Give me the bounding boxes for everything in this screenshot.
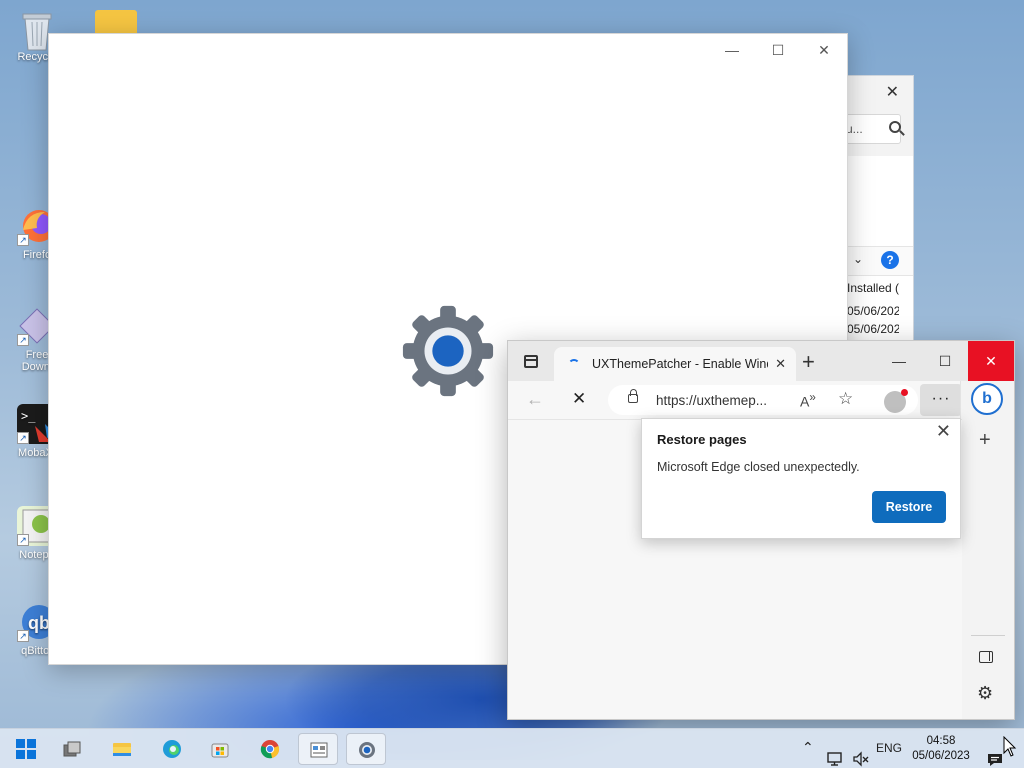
hide-sidebar-icon[interactable] [979,651,993,663]
taskbar-edge[interactable] [152,733,192,765]
more-options-icon[interactable]: ··· [920,384,962,416]
volume-muted-icon[interactable] [852,739,870,768]
shortcut-arrow-icon: ↗ [17,630,29,642]
minimize-button[interactable]: — [876,341,922,381]
language-indicator[interactable]: ENG [876,741,902,768]
browser-tab[interactable]: UXThemePatcher - Enable Windo ✕ [554,347,796,381]
read-aloud-icon[interactable]: A» [800,391,816,410]
window-controls: — ☐ ✕ [709,34,847,66]
store-icon [211,743,229,758]
edge-toolbar: ← ✕ https://uxthemep... A» ☆ ··· [508,381,962,419]
tab-actions-icon[interactable] [524,355,538,368]
popup-title: Restore pages [657,432,747,447]
edge-sidebar: b + ⚙ [960,381,1014,719]
loading-spinner-icon [568,359,580,371]
taskbar-control-panel[interactable] [298,733,338,765]
divider [971,635,1005,636]
new-tab-button[interactable]: + [802,349,815,375]
shortcut-arrow-icon: ↗ [17,534,29,546]
file-explorer-icon [113,743,131,756]
table-row[interactable]: 05/06/202 [847,304,899,318]
maximize-button[interactable]: ☐ [922,341,968,381]
tab-close-icon[interactable]: ✕ [775,356,786,372]
shortcut-arrow-icon: ↗ [17,432,29,444]
control-panel-icon [310,742,328,758]
bing-copilot-icon[interactable]: b [971,383,1003,415]
add-sidebar-app-icon[interactable]: + [979,429,991,452]
profile-avatar[interactable] [884,389,908,413]
system-clock[interactable]: 04:58 05/06/2023 [906,734,976,764]
minimize-button[interactable]: — [709,34,755,66]
settings-gear-icon [359,742,375,758]
close-icon[interactable]: ✕ [886,82,899,102]
url-text[interactable]: https://uxthemep... [656,393,767,408]
chevron-down-icon[interactable]: ⌄ [853,252,863,266]
edge-titlebar[interactable]: UXThemePatcher - Enable Windo ✕ + — ☐ ✕ [508,341,1014,381]
restore-pages-popup: Restore pages ✕ Microsoft Edge closed un… [641,418,961,539]
svg-text:>_: >_ [21,409,36,423]
task-view-icon [63,741,81,757]
lock-icon[interactable] [628,389,638,403]
maximize-button[interactable]: ☐ [755,34,801,66]
taskbar-store[interactable] [200,733,240,765]
taskbar-chrome[interactable] [250,733,290,765]
table-row[interactable]: 05/06/202 [847,322,899,336]
back-arrow-icon[interactable]: ← [526,389,544,410]
search-icon[interactable] [889,121,901,133]
favorite-star-icon[interactable]: ☆ [838,389,853,409]
close-icon[interactable]: ✕ [936,421,951,442]
close-button[interactable]: ✕ [968,341,1014,381]
column-header-installed[interactable]: Installed ( [847,281,899,295]
chrome-icon [260,740,280,759]
tab-title: UXThemePatcher - Enable Windo [592,357,768,371]
notifications-icon[interactable] [986,740,1004,768]
settings-icon[interactable]: ⚙ [977,683,993,704]
task-view-button[interactable] [52,733,92,765]
shortcut-arrow-icon: ↗ [17,234,29,246]
popup-message: Microsoft Edge closed unexpectedly. [657,460,860,474]
taskbar-settings[interactable] [346,733,386,765]
help-icon[interactable]: ? [881,251,899,269]
window-controls: — ☐ ✕ [876,341,1014,381]
address-bar[interactable]: https://uxthemep... [608,385,918,415]
settings-gear-icon [402,305,494,397]
restore-button[interactable]: Restore [872,491,946,523]
taskbar-file-explorer[interactable] [102,733,142,765]
taskbar: ⌃ ENG 04:58 05/06/2023 [0,728,1024,768]
shortcut-arrow-icon: ↗ [17,334,29,346]
mouse-cursor-icon [1003,736,1017,757]
windows-logo-icon [16,739,36,759]
start-button[interactable] [4,733,44,765]
network-icon[interactable] [826,739,844,768]
show-hidden-icons-icon[interactable]: ⌃ [802,739,814,768]
clock-time: 04:58 [926,735,956,747]
clock-date: 05/06/2023 [912,750,970,762]
close-button[interactable]: ✕ [801,34,847,66]
edge-icon [163,740,181,758]
stop-loading-icon[interactable]: ✕ [572,389,586,409]
svg-text:qb: qb [28,613,50,633]
